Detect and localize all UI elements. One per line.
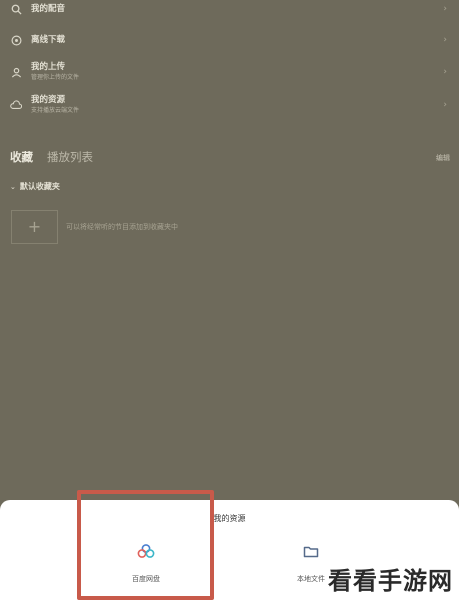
sheet-title: 我的资源 bbox=[213, 514, 246, 523]
tab-playlist[interactable]: 播放列表 bbox=[47, 149, 93, 165]
user-icon bbox=[10, 66, 22, 78]
chevron-right-icon: › bbox=[443, 4, 447, 14]
site-watermark: 看看手游网 bbox=[328, 566, 453, 595]
folder-icon bbox=[266, 540, 356, 562]
menu-title: 离线下载 bbox=[31, 34, 66, 45]
default-folder-toggle[interactable]: ⌄ 默认收藏夹 bbox=[10, 181, 60, 192]
chevron-right-icon: › bbox=[443, 67, 447, 77]
plus-icon: + bbox=[27, 217, 42, 236]
menu-subtitle: 支持播放云端文件 bbox=[31, 107, 80, 114]
cloud-icon bbox=[10, 99, 22, 111]
tab-favorites[interactable]: 收藏 bbox=[10, 149, 33, 165]
menu-title: 我的上传 bbox=[31, 62, 66, 72]
globe-icon bbox=[10, 34, 22, 46]
menu-item-resources[interactable]: 我的资源 支持播放云端文件 › bbox=[0, 90, 459, 120]
edit-button[interactable]: 编辑 bbox=[436, 153, 450, 163]
menu-title: 我的配音 bbox=[31, 3, 66, 14]
collection-header: 收藏 播放列表 编辑 bbox=[10, 148, 450, 168]
menu-item-offline[interactable]: 离线下载 › bbox=[0, 25, 459, 55]
menu-item-uploads[interactable]: 我的上传 管理你上传的文件 › bbox=[0, 57, 459, 87]
default-folder-label: 默认收藏夹 bbox=[19, 182, 60, 191]
search-icon bbox=[10, 3, 22, 15]
highlight-frame bbox=[77, 490, 214, 600]
chevron-down-icon: ⌄ bbox=[10, 183, 16, 191]
menu-subtitle: 管理你上传的文件 bbox=[31, 74, 80, 81]
add-to-folder-button[interactable]: + bbox=[11, 210, 58, 244]
chevron-right-icon: › bbox=[443, 35, 447, 45]
menu-title: 我的资源 bbox=[31, 95, 66, 105]
add-hint-text: 可以将经常听的节目添加到收藏夹中 bbox=[66, 223, 178, 231]
chevron-right-icon: › bbox=[443, 100, 447, 110]
menu-item-purchased[interactable]: 我的配音 › bbox=[0, 0, 459, 24]
